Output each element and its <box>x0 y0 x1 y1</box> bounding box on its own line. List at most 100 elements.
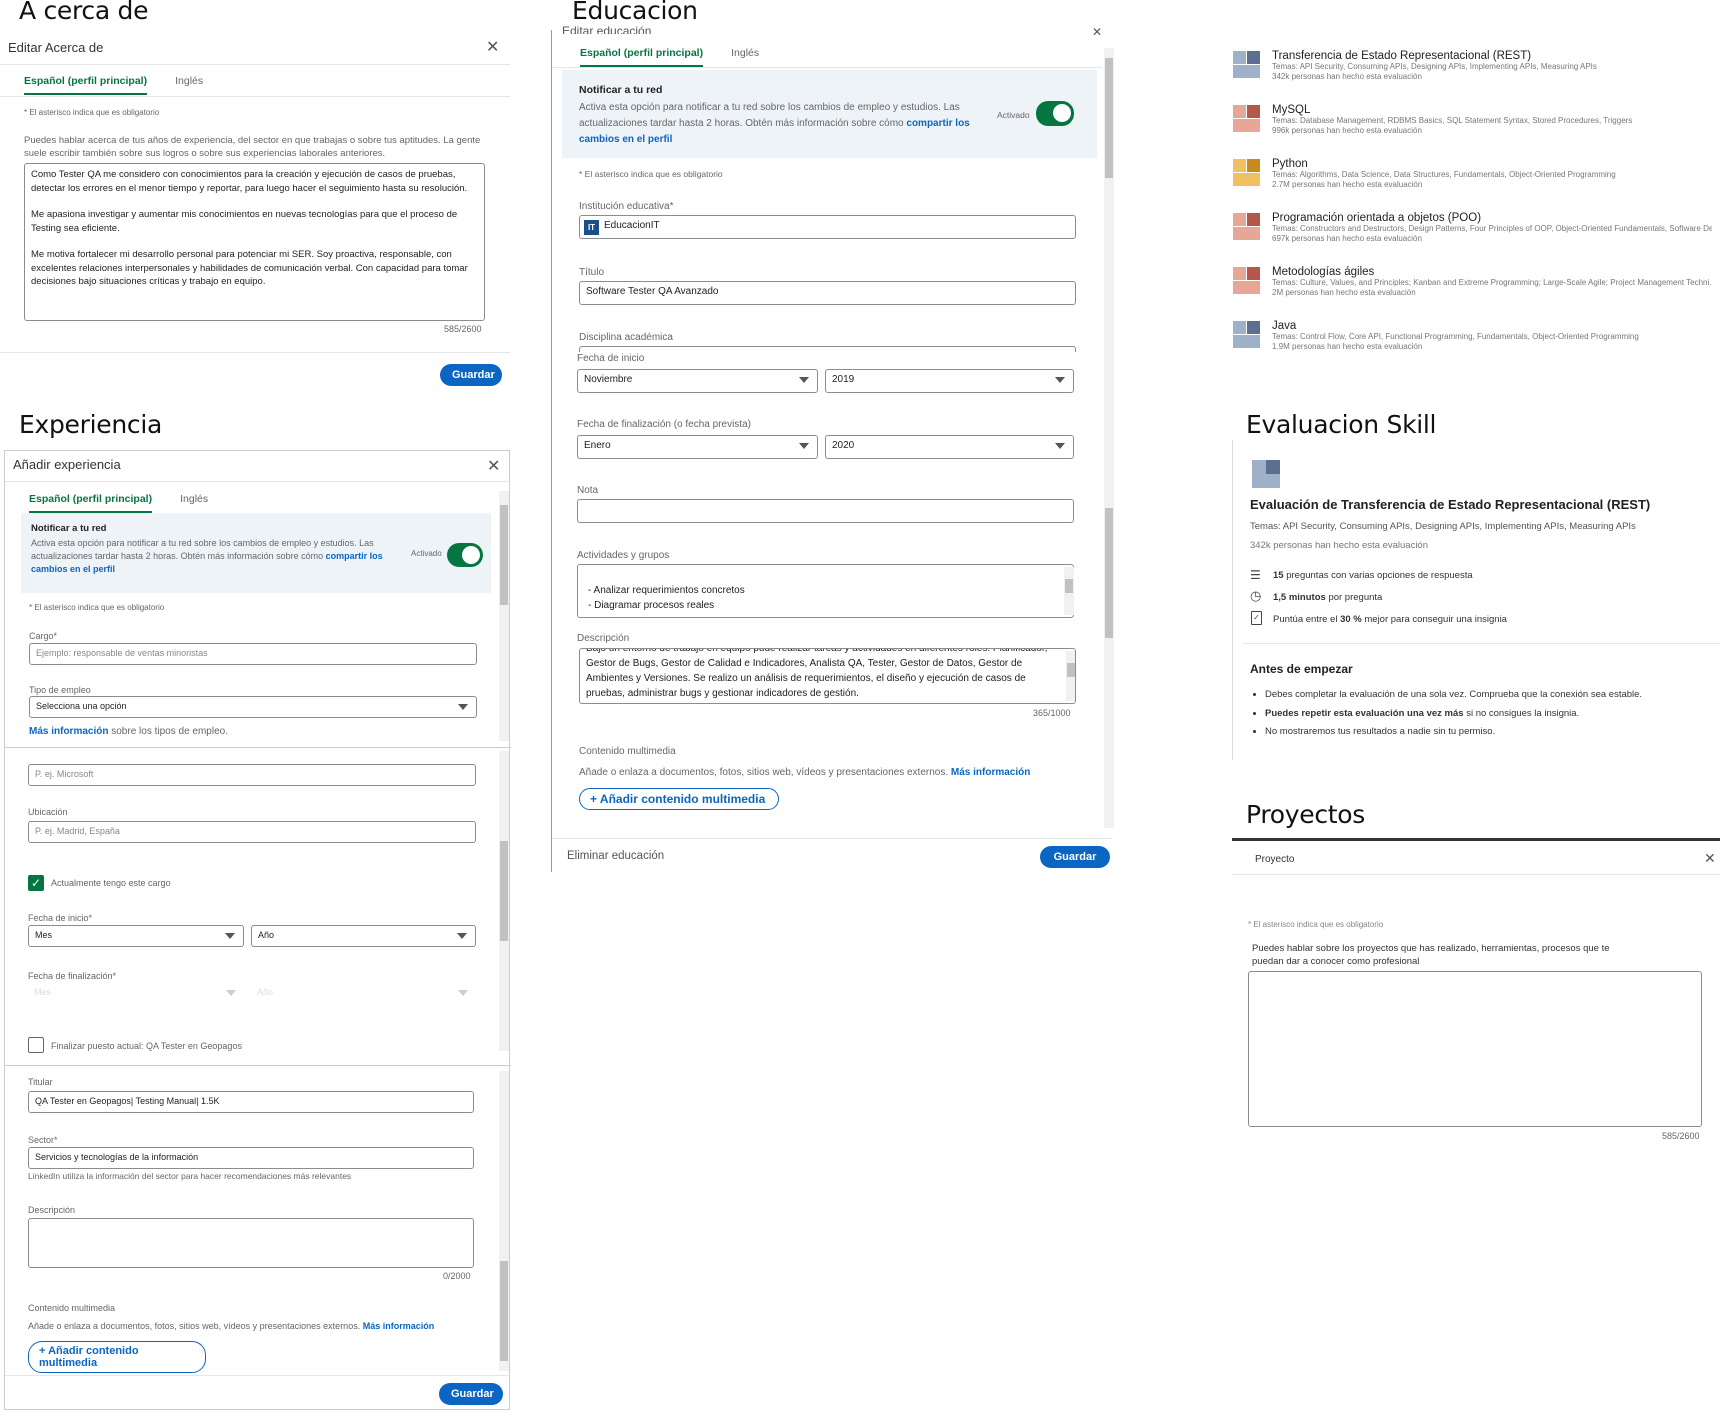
company-input[interactable]: P. ej. Microsoft <box>28 764 476 786</box>
chevron-down-icon <box>458 990 468 996</box>
current-position-checkbox[interactable]: ✓ <box>28 875 44 891</box>
start-month-select[interactable]: Noviembre <box>577 369 818 393</box>
about-textarea[interactable]: Como Tester QA me considero con conocimi… <box>24 163 485 321</box>
rule-item: Debes completar la evaluación de una sol… <box>1265 686 1715 705</box>
required-note: * El asterisco indica que es obligatorio <box>29 603 165 612</box>
employment-type-select[interactable]: Selecciona una opción <box>29 696 477 718</box>
end-month-select[interactable]: Enero <box>577 435 818 459</box>
more-info-link[interactable]: Más información <box>363 1321 435 1331</box>
scrollbar[interactable] <box>1064 567 1074 615</box>
close-icon[interactable]: ✕ <box>1092 26 1102 38</box>
close-icon[interactable]: ✕ <box>1704 851 1716 865</box>
save-button[interactable]: Guardar <box>1040 846 1110 868</box>
scrollbar[interactable] <box>499 1071 509 1371</box>
question-count: 15 <box>1273 570 1284 581</box>
assessment-icon <box>1232 50 1262 80</box>
cargo-input[interactable]: Ejemplo: responsable de ventas minorista… <box>29 643 477 665</box>
scrollbar[interactable] <box>499 751 509 1051</box>
before-start-title: Antes de empezar <box>1250 662 1353 676</box>
assessment-title[interactable]: Transferencia de Estado Representacional… <box>1272 50 1712 62</box>
save-button[interactable]: Guardar <box>440 364 502 386</box>
discipline-input[interactable] <box>579 346 1076 352</box>
assessment-item[interactable]: Java Temas: Control Flow, Core API, Funct… <box>1232 320 1712 352</box>
project-modal: Proyecto ✕ * El asterisco indica que es … <box>1232 838 1720 1148</box>
end-current-checkbox[interactable] <box>28 1037 44 1053</box>
assessment-title[interactable]: Programación orientada a objetos (POO) <box>1272 212 1712 224</box>
project-help-text: Puedes hablar sobre los proyectos que ha… <box>1252 943 1610 967</box>
add-media-button[interactable]: + Añadir contenido multimedia <box>28 1341 206 1373</box>
close-icon[interactable]: ✕ <box>487 459 500 475</box>
assessment-item[interactable]: Metodologías ágiles Temas: Culture, Value… <box>1232 266 1712 298</box>
scrollbar[interactable] <box>499 491 509 741</box>
description-textarea[interactable]: Bajo un entorno de trabajo en equipo pud… <box>579 648 1076 704</box>
plus-icon: + <box>39 1345 46 1357</box>
select-value: 2020 <box>832 440 855 451</box>
assessment-count: 697k personas han hecho esta evaluación <box>1272 234 1422 243</box>
delete-education-button[interactable]: Eliminar educación <box>567 850 664 862</box>
scrollbar[interactable] <box>1066 651 1075 701</box>
chevron-down-icon <box>1055 443 1065 449</box>
tab-spanish[interactable]: Español (perfil principal) <box>24 75 148 95</box>
sector-help: LinkedIn utiliza la información del sect… <box>28 1171 352 1181</box>
more-info-link[interactable]: Más información <box>29 726 108 737</box>
tab-english[interactable]: Inglés <box>731 47 759 67</box>
start-year-select[interactable]: Año <box>251 925 476 947</box>
description-textarea[interactable] <box>28 1218 474 1268</box>
assessment-count: 2M personas han hecho esta evaluación <box>1272 288 1416 297</box>
headline-input[interactable]: QA Tester en Geopagos| Testing Manual| 1… <box>28 1091 474 1113</box>
location-input[interactable]: P. ej. Madrid, España <box>28 821 476 843</box>
more-info-link[interactable]: Más información <box>951 767 1030 778</box>
add-media-button[interactable]: + Añadir contenido multimedia <box>579 788 779 810</box>
grade-input[interactable] <box>577 499 1074 523</box>
about-paragraph: Me apasiona investigar y aumentar mis co… <box>31 209 458 234</box>
assessment-item[interactable]: Programación orientada a objetos (POO) Te… <box>1232 212 1712 244</box>
assessment-item[interactable]: Python Temas: Algorithms, Data Science, D… <box>1232 158 1712 190</box>
toggle-state: Activado <box>411 549 442 558</box>
notify-text: Activa esta opción para notificar a tu r… <box>31 538 374 561</box>
assessment-title[interactable]: Java <box>1272 320 1712 332</box>
char-counter: 585/2600 <box>1662 1131 1700 1141</box>
rule-item: Puedes repetir esta evaluación una vez m… <box>1265 705 1715 724</box>
assessment-item[interactable]: Transferencia de Estado Representacional… <box>1232 50 1712 82</box>
tab-english[interactable]: Inglés <box>180 493 208 513</box>
assessment-title[interactable]: Metodologías ágiles <box>1272 266 1712 278</box>
activities-textarea[interactable]: - Analizar requerimientos concretos - Di… <box>577 564 1074 618</box>
end-month-select-disabled: Mes <box>28 983 244 1005</box>
assessment-item[interactable]: MySQL Temas: Database Management, RDBMS B… <box>1232 104 1712 136</box>
start-year-select[interactable]: 2019 <box>825 369 1074 393</box>
end-current-label: Finalizar puesto actual: QA Tester en Ge… <box>51 1041 242 1051</box>
required-note: * El asterisco indica que es obligatorio <box>1248 920 1384 929</box>
score-value: 30 % <box>1340 614 1362 625</box>
tab-english[interactable]: Inglés <box>175 75 203 95</box>
education-header: Editar educación <box>562 24 652 34</box>
tab-spanish[interactable]: Español (perfil principal) <box>580 47 704 67</box>
section-title-experience: Experiencia <box>19 410 163 439</box>
save-button[interactable]: Guardar <box>439 1383 503 1405</box>
assessment-icon <box>1232 158 1262 188</box>
section-title-skill: Evaluacion Skill <box>1246 410 1437 439</box>
institution-input[interactable]: IT EducacionIT <box>579 215 1076 239</box>
sector-input[interactable]: Servicios y tecnologías de la informació… <box>28 1147 474 1169</box>
scrollbar[interactable] <box>1104 48 1114 828</box>
degree-input[interactable]: Software Tester QA Avanzado <box>579 281 1076 305</box>
notify-toggle[interactable] <box>1036 101 1074 126</box>
select-value: Año <box>258 930 275 940</box>
assessment-title[interactable]: Python <box>1272 158 1712 170</box>
tab-spanish[interactable]: Español (perfil principal) <box>29 493 153 513</box>
assessment-topics: Temas: API Security, Consuming APIs, Des… <box>1272 62 1597 71</box>
description-label: Descripción <box>577 633 630 644</box>
close-icon[interactable]: ✕ <box>486 40 499 56</box>
end-date-label: Fecha de finalización (o fecha prevista) <box>577 419 751 430</box>
chevron-down-icon <box>1055 377 1065 383</box>
start-month-select[interactable]: Mes <box>28 925 244 947</box>
assessment-title[interactable]: MySQL <box>1272 104 1712 116</box>
activity-line: - Analizar requerimientos concretos <box>588 585 745 596</box>
required-note: * El asterisco indica que es obligatorio <box>24 108 160 117</box>
notify-toggle[interactable] <box>447 543 483 567</box>
description-label: Descripción <box>28 1205 76 1215</box>
select-value: 2019 <box>832 374 855 385</box>
end-year-select[interactable]: 2020 <box>825 435 1074 459</box>
project-textarea[interactable] <box>1248 971 1702 1127</box>
about-modal: Editar Acerca de ✕ Español (perfil princ… <box>0 30 510 390</box>
clock-icon: ◷ <box>1250 588 1262 603</box>
